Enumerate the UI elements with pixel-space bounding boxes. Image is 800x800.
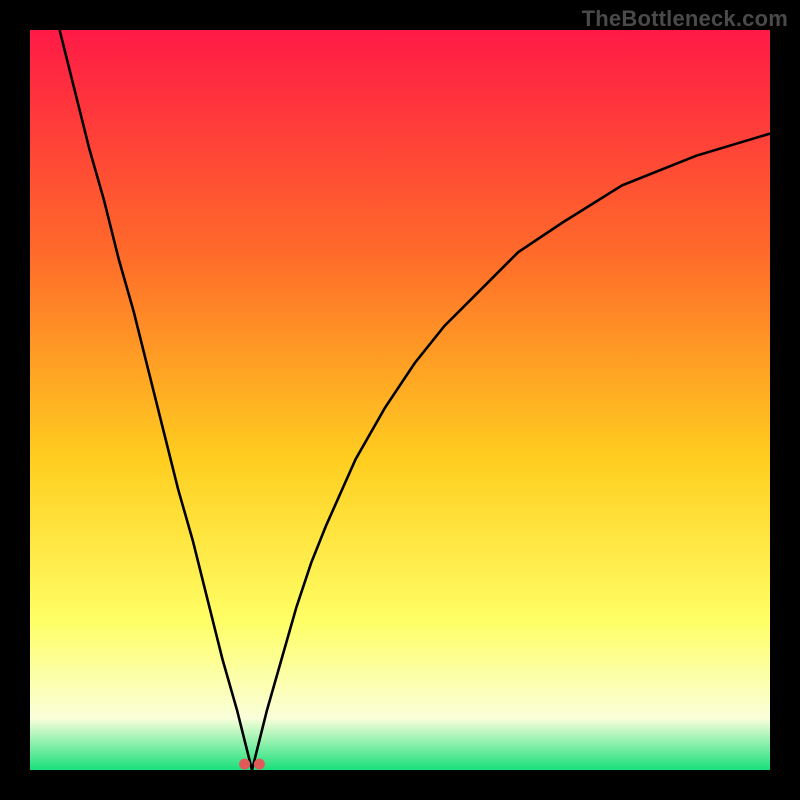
chart-frame: TheBottleneck.com — [0, 0, 800, 800]
minimum-marker — [239, 759, 250, 770]
plot-area — [30, 30, 770, 770]
minimum-marker — [254, 759, 265, 770]
watermark-text: TheBottleneck.com — [582, 6, 788, 32]
plot-svg — [30, 30, 770, 770]
gradient-background — [30, 30, 770, 770]
